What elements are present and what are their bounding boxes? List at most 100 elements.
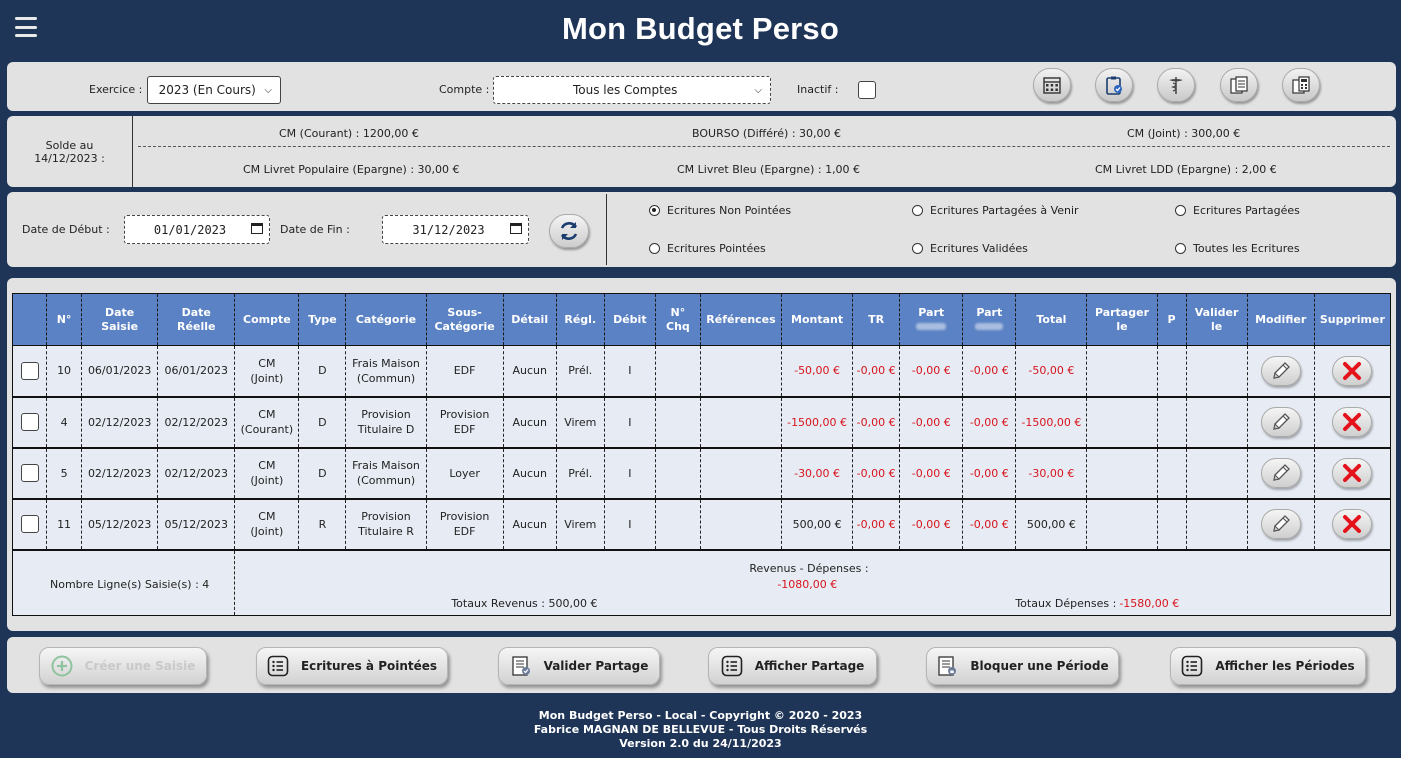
calculator-button[interactable] (1282, 68, 1320, 102)
radio-toutes[interactable]: Toutes les Ecritures (1175, 242, 1300, 255)
cell-references (700, 396, 783, 449)
delete-button[interactable] (1332, 407, 1373, 437)
cell-sous-categorie: EDF (426, 345, 504, 398)
cell-part1: -0,00 € (899, 447, 964, 500)
col-part2: Part (962, 293, 1017, 346)
cell-part2: -0,00 € (962, 396, 1017, 449)
cell-debit: I (604, 498, 656, 551)
cell-supprimer (1314, 447, 1391, 500)
row-checkbox[interactable] (20, 361, 39, 380)
exercice-select[interactable]: 2023 (En Cours) ⌵ (147, 76, 281, 104)
radio-dot[interactable] (1175, 205, 1186, 216)
cell-modifier (1247, 345, 1315, 398)
cell-total: -1500,00 € (1015, 396, 1088, 449)
radio-dot[interactable] (912, 205, 923, 216)
caduceus-button[interactable] (1157, 68, 1195, 102)
col-p: P (1157, 293, 1187, 346)
list-icon (721, 655, 742, 677)
edit-button[interactable] (1260, 355, 1301, 386)
radio-partagees-a-venir[interactable]: Ecritures Partagées à Venir (912, 204, 1079, 217)
col-no: N° (46, 293, 83, 346)
ledger-check-icon (511, 656, 530, 676)
cell-detail: Aucun (503, 396, 557, 449)
cell-type: D (298, 345, 347, 398)
radio-validees[interactable]: Ecritures Validées (912, 242, 1028, 255)
delete-button[interactable] (1332, 509, 1373, 539)
clipboard-check-button[interactable] (1095, 68, 1133, 102)
calendar-icon[interactable] (251, 223, 263, 234)
cell-sous-categorie: Provision EDF (426, 498, 504, 551)
validate-share-button[interactable]: Valider Partage (498, 647, 660, 685)
col-modifier: Modifier (1247, 293, 1315, 346)
show-share-button[interactable]: Afficher Partage (708, 647, 877, 685)
totaux-revenus: Totaux Revenus : 500,00 € (451, 596, 598, 610)
cell-partager (1086, 498, 1158, 551)
cell-categorie: Provision Titulaire D (345, 396, 427, 449)
delete-button[interactable] (1332, 458, 1373, 488)
app-header: Mon Budget Perso (0, 0, 1401, 58)
cell-references (700, 345, 783, 398)
col-chq: N° Chq (655, 293, 701, 346)
inactif-checkbox[interactable] (858, 81, 876, 99)
col-part2-label: Part (976, 305, 1003, 319)
row-checkbox[interactable] (20, 515, 39, 533)
hamburger-menu-icon[interactable] (15, 17, 37, 37)
cell-cat-l1: Provision (361, 510, 411, 523)
radio-dot[interactable] (1175, 243, 1186, 254)
calendar-icon[interactable] (510, 223, 522, 234)
table-header-row: N° Date Saisie Date Réelle Compte Type Cat… (12, 293, 1391, 346)
row-checkbox[interactable] (20, 413, 39, 431)
show-periods-button[interactable]: Afficher les Périodes (1170, 647, 1366, 685)
cell-valider (1186, 447, 1248, 500)
radio-dot[interactable] (912, 243, 923, 254)
cell-no: 4 (46, 396, 83, 449)
start-date-input[interactable]: 01/01/2023 (124, 215, 270, 244)
end-date-label: Date de Fin : (280, 223, 350, 236)
create-entry-button[interactable]: Créer une Saisie (39, 647, 207, 685)
col-select (12, 293, 48, 346)
table-row[interactable]: 10 06/01/2023 06/01/2023 CM (Joint) D Frais Ma… (12, 345, 1391, 398)
radio-partagees[interactable]: Ecritures Partagées (1175, 204, 1300, 217)
radio-pointees[interactable]: Ecritures Pointées (649, 242, 766, 255)
lock-period-button[interactable]: Bloquer une Période (926, 647, 1119, 685)
end-date-input[interactable]: 31/12/2023 (382, 215, 529, 244)
radio-dot[interactable] (649, 205, 660, 216)
balances-panel: Solde au 14/12/2023 : CM (Courant) : 120… (7, 116, 1396, 187)
solde-label: Solde au 14/12/2023 : (7, 116, 133, 187)
cell-compte-l1: CM (258, 510, 276, 523)
revenus-depenses-label: Revenus - Dépenses : (749, 561, 869, 575)
ledger-button[interactable] (1220, 68, 1258, 102)
cell-cat-l1: Provision (361, 408, 411, 421)
refresh-button[interactable] (549, 214, 589, 248)
calendar-grid-button[interactable] (1033, 68, 1071, 102)
delete-button[interactable] (1332, 355, 1373, 386)
cell-type: D (298, 447, 347, 500)
cell-partager (1086, 396, 1158, 449)
radio-dot[interactable] (649, 243, 660, 254)
col-part1: Part (899, 293, 964, 346)
cell-debit: I (604, 447, 656, 500)
solde-label-line1: Solde au (45, 138, 94, 152)
col-date-saisie: Date Saisie (81, 293, 159, 346)
cell-type: R (298, 498, 347, 551)
edit-button[interactable] (1260, 407, 1301, 437)
table-row[interactable]: 11 05/12/2023 05/12/2023 CM (Joint) R Provisio… (12, 498, 1391, 551)
edit-button[interactable] (1260, 509, 1301, 539)
pencil-icon (1270, 513, 1292, 535)
compte-select[interactable]: Tous les Comptes ⌵ (493, 76, 771, 104)
table-row[interactable]: 5 02/12/2023 02/12/2023 CM (Joint) D Frais Mai… (12, 447, 1391, 500)
cell-sous-categorie: Provision EDF (426, 396, 504, 449)
cell-compte: CM (Courant) (234, 396, 300, 449)
cell-sous-cat-l1: Loyer (449, 466, 480, 480)
refresh-icon (560, 222, 578, 240)
cell-total: -30,00 € (1015, 447, 1088, 500)
radio-non-pointees[interactable]: Ecritures Non Pointées (649, 204, 791, 217)
table-row[interactable]: 4 02/12/2023 02/12/2023 CM (Courant) D Provisi… (12, 396, 1391, 449)
cell-p (1157, 396, 1187, 449)
pencil-icon (1270, 462, 1292, 484)
col-valider-l2: le (1210, 319, 1223, 333)
cell-sous-cat-l2: EDF (453, 423, 476, 436)
pointer-entries-button[interactable]: Ecritures à Pointées (256, 647, 448, 685)
row-checkbox[interactable] (20, 464, 39, 482)
edit-button[interactable] (1260, 458, 1301, 488)
